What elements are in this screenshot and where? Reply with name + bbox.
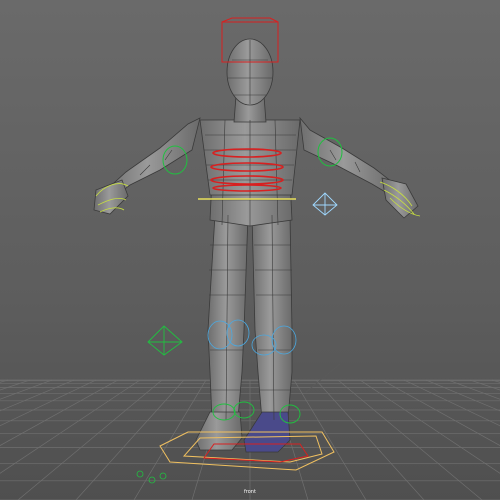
elbow-pole-vector[interactable] xyxy=(312,192,338,216)
viewport-scene[interactable] xyxy=(0,0,500,500)
right-arm-mesh xyxy=(299,116,397,197)
grid-line xyxy=(0,379,141,474)
grid-line xyxy=(133,379,207,500)
grid-line xyxy=(0,379,31,391)
grid-line xyxy=(0,379,53,400)
grid-line xyxy=(17,379,163,500)
mesh-wireframe xyxy=(139,40,361,421)
grid-line xyxy=(403,379,500,427)
grid-line xyxy=(0,379,75,412)
character-mesh[interactable] xyxy=(93,38,419,453)
ground-control-icons[interactable] xyxy=(136,470,167,484)
grid-line xyxy=(337,379,483,500)
grid-line xyxy=(359,379,500,474)
grid-line xyxy=(293,379,367,500)
grid-line xyxy=(75,379,185,500)
3d-viewport[interactable]: front xyxy=(0,0,500,500)
camera-label: front xyxy=(244,489,256,495)
grid-line xyxy=(0,379,97,427)
grid-line xyxy=(469,379,500,391)
grid-line xyxy=(425,379,500,412)
grid-line xyxy=(315,379,425,500)
knee-pole-vector[interactable] xyxy=(147,325,183,356)
grid-line xyxy=(447,379,500,400)
